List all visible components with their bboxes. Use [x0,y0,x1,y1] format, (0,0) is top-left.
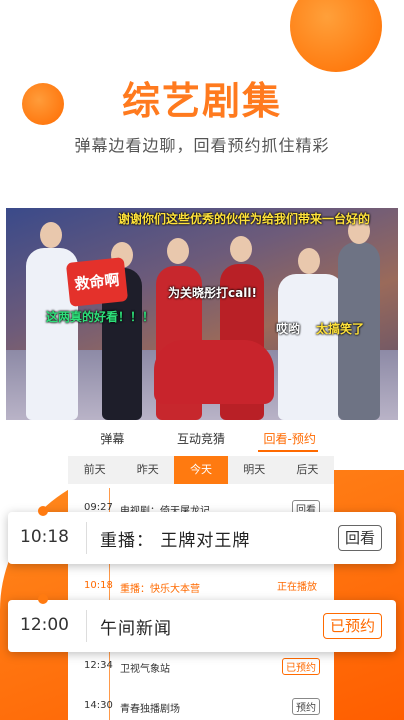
schedule-panel: 弹幕 互动竞猜 回看-预约 前天 昨天 今天 明天 后天 09:27 电视剧：倚… [68,420,334,720]
video-player[interactable]: 救命啊 谢谢你们这些优秀的伙伴为给我们带来一台好的 为关晓彤打call! 这两真… [6,208,398,420]
timeline-dot [38,506,48,516]
timeline-dot [38,594,48,604]
performer-head [230,236,252,262]
booked-button[interactable]: 已预约 [322,613,382,639]
day-before-yesterday[interactable]: 前天 [68,456,121,484]
card-time: 12:00 [20,615,69,635]
danmaku-comment: 为关晓彤打call! [168,286,257,300]
hero-title: 综艺剧集 [121,79,282,123]
performer-figure [278,274,344,420]
program-card[interactable]: 10:18 重播： 王牌对王牌 回看 [8,506,396,564]
performer-head [167,238,189,264]
tab-interactive-quiz[interactable]: 互动竞猜 [157,430,246,447]
replay-button[interactable]: 回看 [337,525,382,551]
active-tab-indicator [258,450,318,452]
program-row[interactable]: 10:18 重播：快乐大本营 正在播放 [68,574,334,600]
day-yesterday[interactable]: 昨天 [121,456,174,484]
program-action-button[interactable]: 已预约 [282,658,320,675]
card-title: 午间新闻 [100,619,172,639]
decorative-circle-large [290,0,382,72]
danmaku-comment: 太搞笑了 [316,322,365,336]
danmaku-comment: 谢谢你们这些优秀的伙伴为给我们带来一台好的 [118,212,371,226]
performer-figure [154,340,274,404]
program-name: 青春独播剧场 [120,704,180,715]
program-name: 重播：快乐大本营 [120,584,200,595]
show-logo: 救命啊 [65,257,129,307]
tab-replay-booking[interactable]: 回看-预约 [245,430,334,447]
performer-head [40,222,62,248]
program-row[interactable]: 14:30 青春独播剧场 预约 [68,694,334,720]
program-name: 卫视气象站 [120,664,170,675]
performer-head [298,248,320,274]
card-time: 10:18 [20,527,69,547]
program-action-button[interactable]: 预约 [292,698,320,715]
card-title: 重播： 王牌对王牌 [100,531,251,551]
danmaku-comment: 哎哟 [276,322,301,336]
danmaku-comment: 这两真的好看！！！ [46,310,155,324]
card-divider [86,522,87,554]
tab-danmaku[interactable]: 弹幕 [68,430,157,447]
day-today[interactable]: 今天 [174,456,228,484]
hero-subtitle: 弹幕边看边聊，回看预约抓住精彩 [74,136,330,155]
program-status: 正在播放 [277,582,317,593]
program-card[interactable]: 12:00 午间新闻 已预约 [8,594,396,652]
day-selector: 前天 昨天 今天 明天 后天 [68,456,334,484]
program-time: 14:30 [84,700,113,711]
program-row[interactable]: 12:34 卫视气象站 已预约 [68,654,334,680]
day-tomorrow[interactable]: 明天 [228,456,281,484]
program-time: 12:34 [84,660,113,671]
card-divider [86,610,87,642]
day-after-tomorrow[interactable]: 后天 [281,456,334,484]
program-time: 10:18 [84,580,113,591]
